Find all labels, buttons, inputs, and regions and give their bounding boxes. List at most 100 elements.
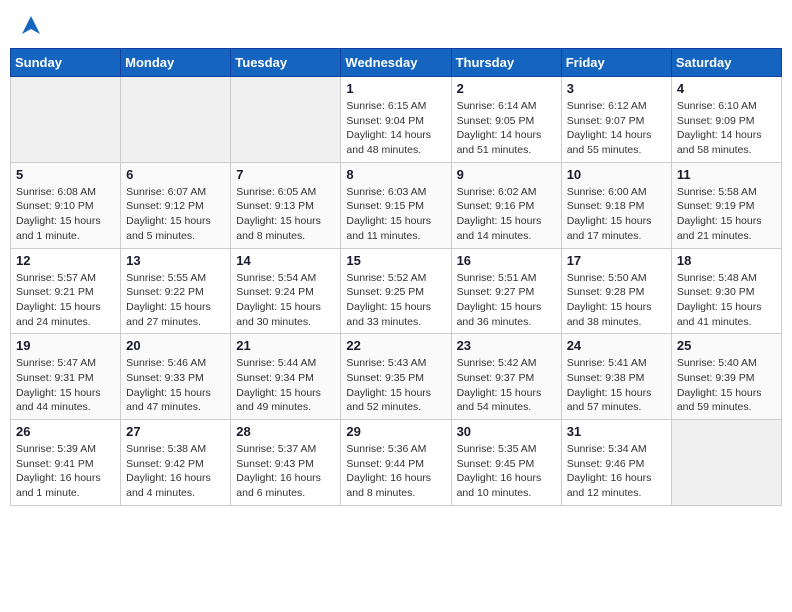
weekday-header-thursday: Thursday (451, 49, 561, 77)
day-number: 21 (236, 338, 335, 353)
day-number: 27 (126, 424, 225, 439)
day-info: Sunrise: 6:03 AMSunset: 9:15 PMDaylight:… (346, 185, 445, 244)
logo-arrow-icon (20, 14, 42, 36)
calendar-cell: 12Sunrise: 5:57 AMSunset: 9:21 PMDayligh… (11, 248, 121, 334)
day-number: 16 (457, 253, 556, 268)
calendar-cell: 26 Sunrise: 5:39 AMSunset: 9:41 PMDayligh… (11, 420, 121, 506)
day-info: Sunrise: 5:39 AMSunset: 9:41 PMDaylight:… (16, 442, 115, 501)
calendar-cell: 5 Sunrise: 6:08 AMSunset: 9:10 PMDaylight… (11, 162, 121, 248)
day-info: Sunrise: 5:34 AMSunset: 9:46 PMDaylight:… (567, 442, 666, 501)
calendar-week-2: 5 Sunrise: 6:08 AMSunset: 9:10 PMDaylight… (11, 162, 782, 248)
day-info: Sunrise: 5:54 AMSunset: 9:24 PMDaylight:… (236, 271, 335, 330)
day-info: Sunrise: 5:55 AMSunset: 9:22 PMDaylight:… (126, 271, 225, 330)
calendar-cell: 25 Sunrise: 5:40 AMSunset: 9:39 PMDayligh… (671, 334, 781, 420)
weekday-header-wednesday: Wednesday (341, 49, 451, 77)
calendar-cell: 1 Sunrise: 6:15 AMSunset: 9:04 PMDaylight… (341, 77, 451, 163)
day-number: 11 (677, 167, 776, 182)
day-info: Sunrise: 5:43 AMSunset: 9:35 PMDaylight:… (346, 356, 445, 415)
calendar-cell (11, 77, 121, 163)
calendar-cell: 2 Sunrise: 6:14 AMSunset: 9:05 PMDaylight… (451, 77, 561, 163)
day-number: 1 (346, 81, 445, 96)
calendar-cell: 10Sunrise: 6:00 AMSunset: 9:18 PMDayligh… (561, 162, 671, 248)
day-number: 2 (457, 81, 556, 96)
day-number: 14 (236, 253, 335, 268)
day-info: Sunrise: 5:40 AMSunset: 9:39 PMDaylight:… (677, 356, 776, 415)
calendar-cell: 17 Sunrise: 5:50 AMSunset: 9:28 PMDayligh… (561, 248, 671, 334)
calendar-cell: 20 Sunrise: 5:46 AMSunset: 9:33 PMDayligh… (121, 334, 231, 420)
calendar-week-4: 19 Sunrise: 5:47 AMSunset: 9:31 PMDayligh… (11, 334, 782, 420)
calendar-cell: 29 Sunrise: 5:36 AMSunset: 9:44 PMDayligh… (341, 420, 451, 506)
calendar-week-3: 12Sunrise: 5:57 AMSunset: 9:21 PMDayligh… (11, 248, 782, 334)
calendar-cell: 22 Sunrise: 5:43 AMSunset: 9:35 PMDayligh… (341, 334, 451, 420)
day-info: Sunrise: 5:36 AMSunset: 9:44 PMDaylight:… (346, 442, 445, 501)
logo (18, 14, 42, 36)
day-info: Sunrise: 6:05 AMSunset: 9:13 PMDaylight:… (236, 185, 335, 244)
day-number: 12 (16, 253, 115, 268)
calendar-cell: 11 Sunrise: 5:58 AMSunset: 9:19 PMDayligh… (671, 162, 781, 248)
day-number: 25 (677, 338, 776, 353)
day-number: 19 (16, 338, 115, 353)
day-info: Sunrise: 6:10 AMSunset: 9:09 PMDaylight:… (677, 99, 776, 158)
day-info: Sunrise: 5:38 AMSunset: 9:42 PMDaylight:… (126, 442, 225, 501)
calendar-cell: 4 Sunrise: 6:10 AMSunset: 9:09 PMDaylight… (671, 77, 781, 163)
calendar-cell (121, 77, 231, 163)
day-info: Sunrise: 5:50 AMSunset: 9:28 PMDaylight:… (567, 271, 666, 330)
calendar-cell: 16Sunrise: 5:51 AMSunset: 9:27 PMDayligh… (451, 248, 561, 334)
day-number: 24 (567, 338, 666, 353)
calendar-cell: 13Sunrise: 5:55 AMSunset: 9:22 PMDayligh… (121, 248, 231, 334)
day-number: 31 (567, 424, 666, 439)
day-info: Sunrise: 6:12 AMSunset: 9:07 PMDaylight:… (567, 99, 666, 158)
day-info: Sunrise: 5:41 AMSunset: 9:38 PMDaylight:… (567, 356, 666, 415)
day-number: 6 (126, 167, 225, 182)
calendar-cell (671, 420, 781, 506)
day-number: 20 (126, 338, 225, 353)
weekday-header-row: SundayMondayTuesdayWednesdayThursdayFrid… (11, 49, 782, 77)
day-number: 18 (677, 253, 776, 268)
weekday-header-monday: Monday (121, 49, 231, 77)
day-info: Sunrise: 6:08 AMSunset: 9:10 PMDaylight:… (16, 185, 115, 244)
weekday-header-tuesday: Tuesday (231, 49, 341, 77)
calendar-cell: 31 Sunrise: 5:34 AMSunset: 9:46 PMDayligh… (561, 420, 671, 506)
weekday-header-friday: Friday (561, 49, 671, 77)
day-info: Sunrise: 5:37 AMSunset: 9:43 PMDaylight:… (236, 442, 335, 501)
calendar-table: SundayMondayTuesdayWednesdayThursdayFrid… (10, 48, 782, 506)
calendar-cell: 24 Sunrise: 5:41 AMSunset: 9:38 PMDayligh… (561, 334, 671, 420)
day-info: Sunrise: 5:35 AMSunset: 9:45 PMDaylight:… (457, 442, 556, 501)
weekday-header-sunday: Sunday (11, 49, 121, 77)
calendar-cell: 18 Sunrise: 5:48 AMSunset: 9:30 PMDayligh… (671, 248, 781, 334)
day-info: Sunrise: 6:02 AMSunset: 9:16 PMDaylight:… (457, 185, 556, 244)
day-number: 4 (677, 81, 776, 96)
day-number: 28 (236, 424, 335, 439)
calendar-cell: 28 Sunrise: 5:37 AMSunset: 9:43 PMDayligh… (231, 420, 341, 506)
day-info: Sunrise: 5:44 AMSunset: 9:34 PMDaylight:… (236, 356, 335, 415)
day-info: Sunrise: 6:07 AMSunset: 9:12 PMDaylight:… (126, 185, 225, 244)
day-number: 26 (16, 424, 115, 439)
calendar-cell: 27 Sunrise: 5:38 AMSunset: 9:42 PMDayligh… (121, 420, 231, 506)
day-info: Sunrise: 5:46 AMSunset: 9:33 PMDaylight:… (126, 356, 225, 415)
day-number: 23 (457, 338, 556, 353)
calendar-cell: 15Sunrise: 5:52 AMSunset: 9:25 PMDayligh… (341, 248, 451, 334)
day-info: Sunrise: 6:14 AMSunset: 9:05 PMDaylight:… (457, 99, 556, 158)
day-number: 5 (16, 167, 115, 182)
day-number: 10 (567, 167, 666, 182)
calendar-cell: 21 Sunrise: 5:44 AMSunset: 9:34 PMDayligh… (231, 334, 341, 420)
day-number: 9 (457, 167, 556, 182)
day-number: 30 (457, 424, 556, 439)
day-info: Sunrise: 5:58 AMSunset: 9:19 PMDaylight:… (677, 185, 776, 244)
day-info: Sunrise: 5:48 AMSunset: 9:30 PMDaylight:… (677, 271, 776, 330)
day-number: 7 (236, 167, 335, 182)
day-info: Sunrise: 5:47 AMSunset: 9:31 PMDaylight:… (16, 356, 115, 415)
calendar-cell: 3 Sunrise: 6:12 AMSunset: 9:07 PMDaylight… (561, 77, 671, 163)
day-number: 17 (567, 253, 666, 268)
day-number: 3 (567, 81, 666, 96)
calendar-cell: 14 Sunrise: 5:54 AMSunset: 9:24 PMDayligh… (231, 248, 341, 334)
day-number: 22 (346, 338, 445, 353)
calendar-week-5: 26 Sunrise: 5:39 AMSunset: 9:41 PMDayligh… (11, 420, 782, 506)
calendar-cell: 8 Sunrise: 6:03 AMSunset: 9:15 PMDaylight… (341, 162, 451, 248)
calendar-cell: 6 Sunrise: 6:07 AMSunset: 9:12 PMDaylight… (121, 162, 231, 248)
day-info: Sunrise: 6:15 AMSunset: 9:04 PMDaylight:… (346, 99, 445, 158)
day-number: 8 (346, 167, 445, 182)
calendar-week-1: 1 Sunrise: 6:15 AMSunset: 9:04 PMDaylight… (11, 77, 782, 163)
day-number: 29 (346, 424, 445, 439)
calendar-cell: 30 Sunrise: 5:35 AMSunset: 9:45 PMDayligh… (451, 420, 561, 506)
